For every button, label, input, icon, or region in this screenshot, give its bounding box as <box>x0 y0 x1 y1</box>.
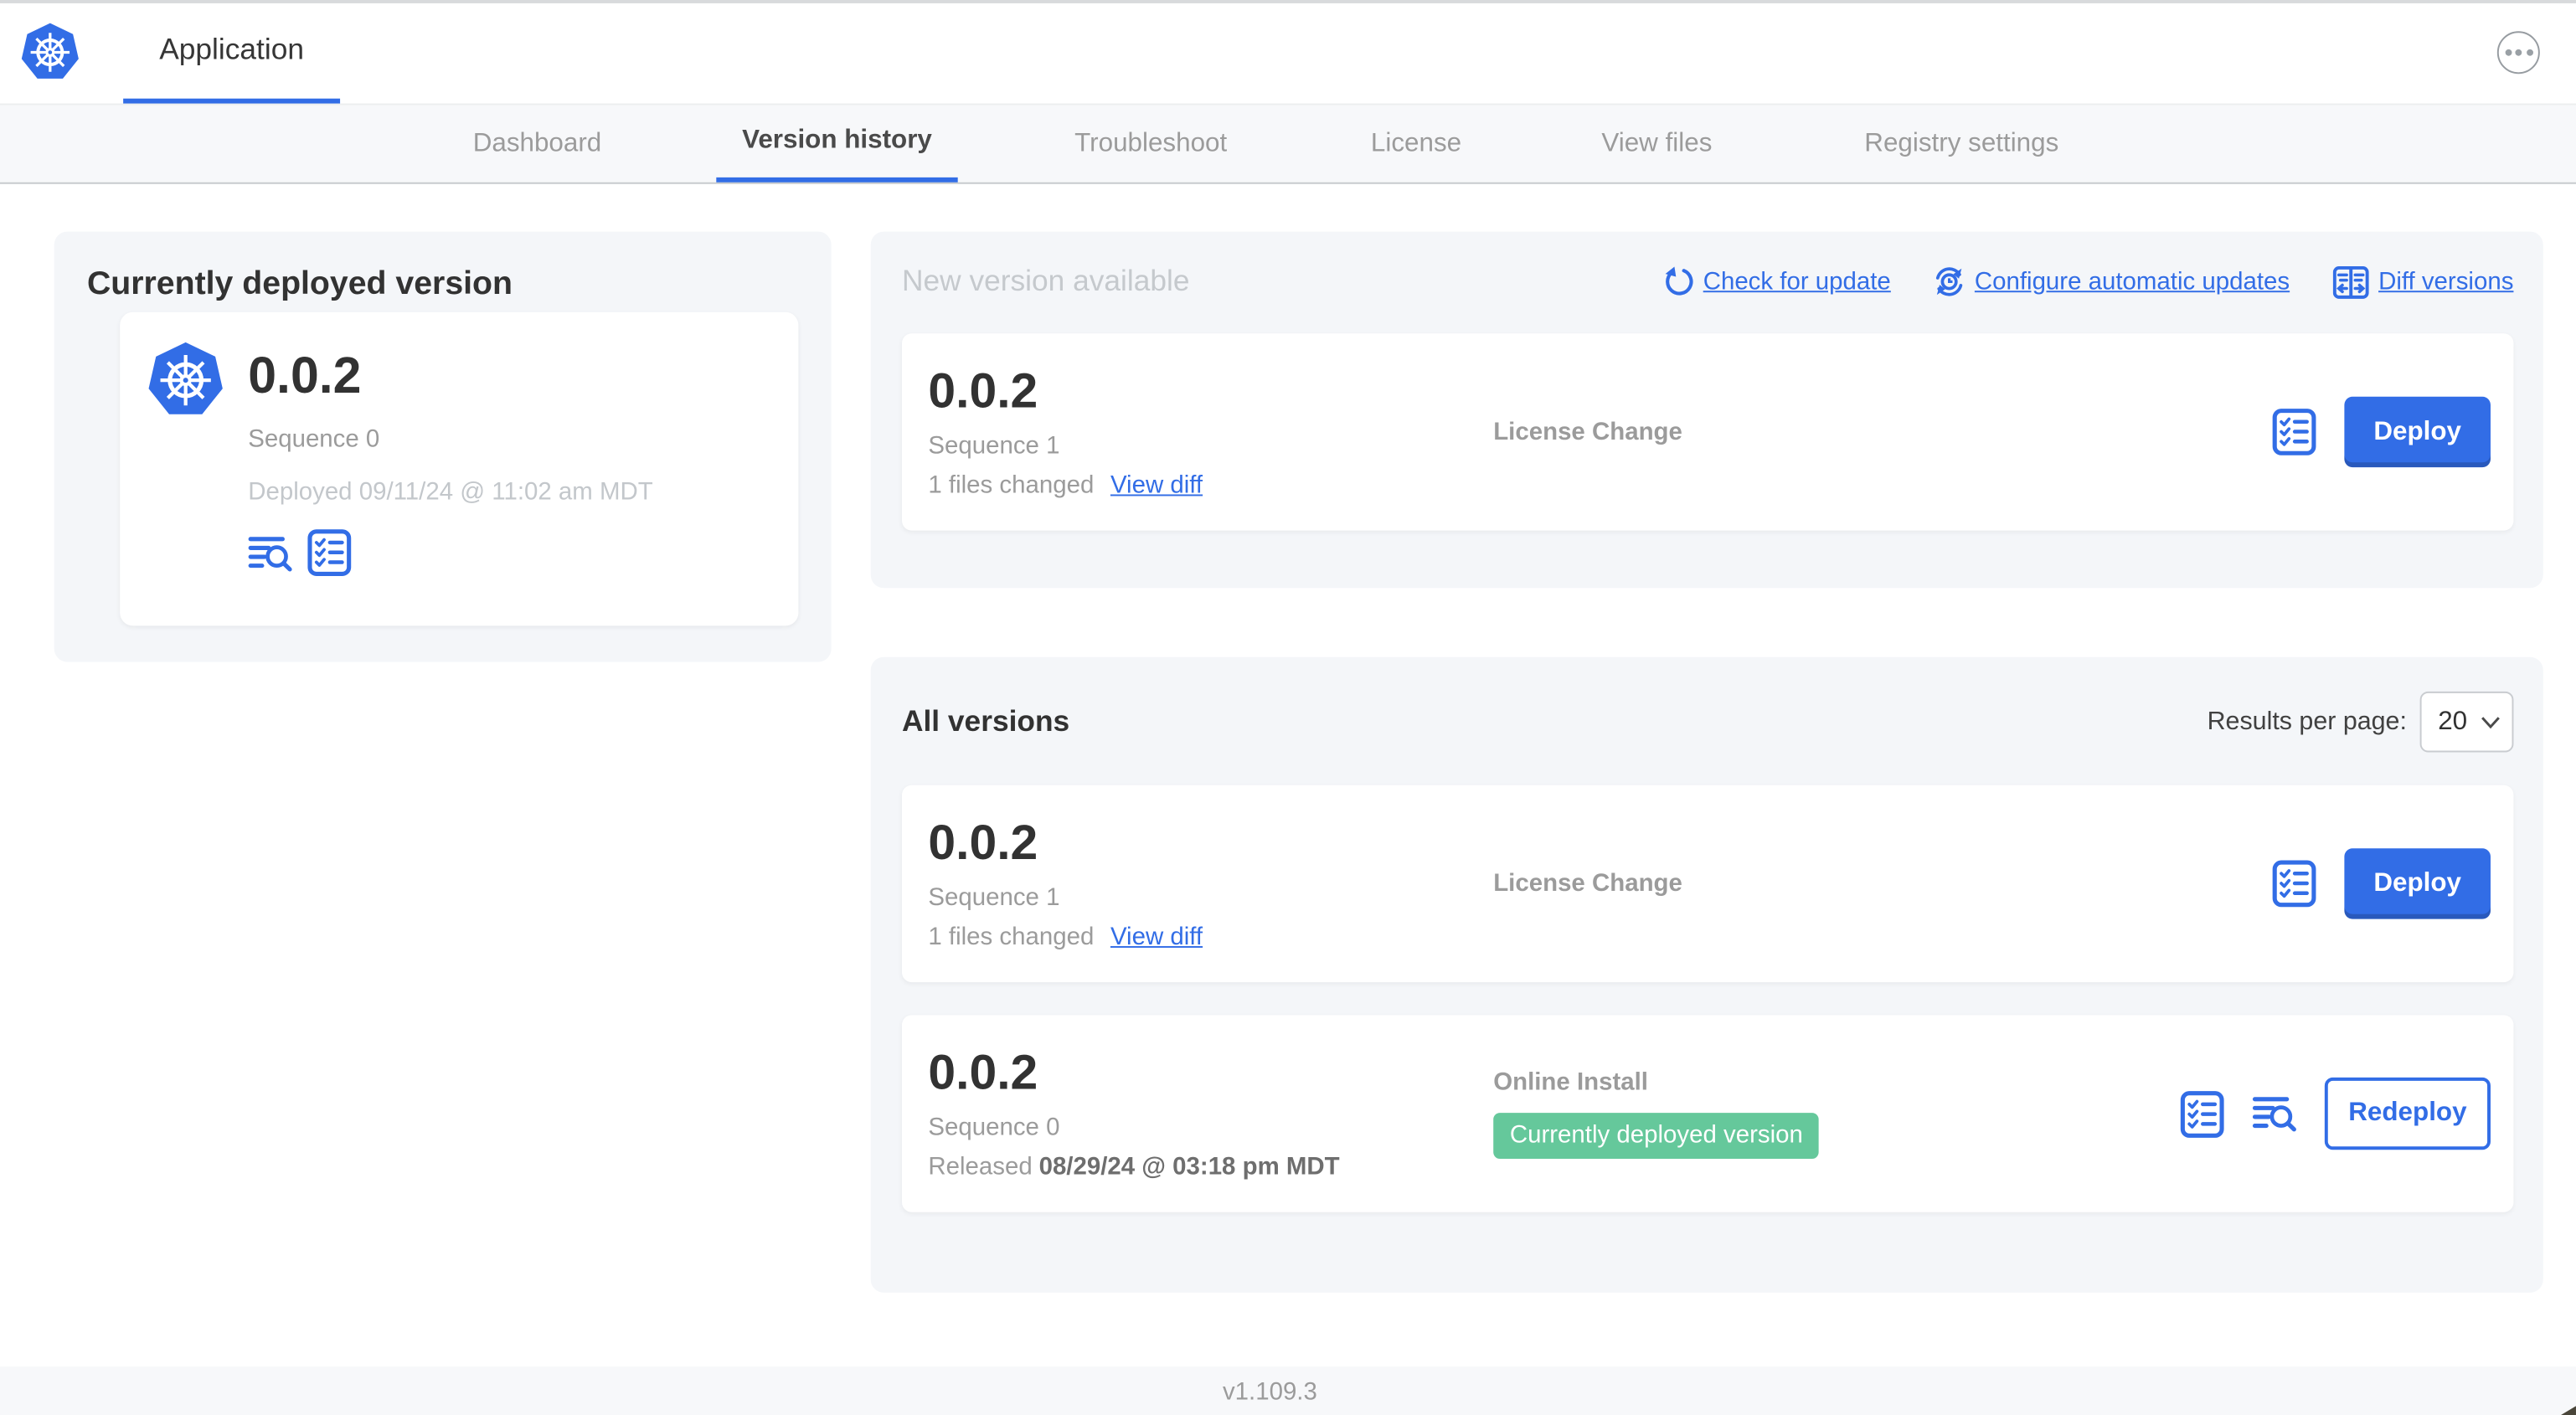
files-changed-label: 1 files changed <box>928 471 1095 500</box>
deployed-sequence: Sequence 0 <box>248 425 380 454</box>
diff-versions-link[interactable]: Diff versions <box>2332 265 2513 298</box>
currently-deployed-badge: Currently deployed version <box>1493 1113 1820 1160</box>
tab-license[interactable]: License <box>1362 105 1470 183</box>
row-version-number: 0.0.2 <box>928 816 1038 871</box>
new-version-title: New version available <box>901 264 1190 298</box>
console-version-label: v1.109.3 <box>1222 1377 1317 1407</box>
refresh-icon <box>1665 266 1692 296</box>
checklist-icon[interactable] <box>307 529 352 577</box>
app-tab-application[interactable]: Application <box>123 0 341 104</box>
currently-deployed-card: Currently deployed version 0.0.2 Sequenc… <box>54 231 832 662</box>
tab-version-history[interactable]: Version history <box>716 105 958 183</box>
view-diff-link[interactable]: View diff <box>1110 923 1203 950</box>
clock-refresh-icon <box>1935 267 1963 296</box>
files-changed-label: 1 files changed <box>928 923 1095 951</box>
row-version-number: 0.0.2 <box>928 1046 1038 1101</box>
currently-deployed-title: Currently deployed version <box>86 265 513 302</box>
footer: v1.109.3 <box>0 1366 2576 1415</box>
logs-icon[interactable] <box>248 535 292 571</box>
new-version-card: New version available Check for update C… <box>870 231 2543 589</box>
check-for-update-link[interactable]: Check for update <box>1662 266 1891 297</box>
configure-automatic-updates-link[interactable]: Configure automatic updates <box>1934 266 2290 297</box>
row-source-label: License Change <box>1493 418 1682 446</box>
deploy-button[interactable]: Deploy <box>2344 396 2491 468</box>
tab-registry-settings[interactable]: Registry settings <box>1848 105 2075 183</box>
tab-dashboard[interactable]: Dashboard <box>456 105 617 183</box>
deploy-button[interactable]: Deploy <box>2344 848 2491 919</box>
row-source-label: License Change <box>1493 869 1682 898</box>
row-source-label: Online Install <box>1493 1068 1648 1097</box>
deployed-timestamp: Deployed 09/11/24 @ 11:02 am MDT <box>248 477 653 507</box>
window-top-edge <box>0 0 2576 3</box>
results-per-page-select[interactable]: 20 <box>2419 691 2514 753</box>
view-diff-link[interactable]: View diff <box>1110 471 1203 499</box>
released-date: 08/29/24 @ 03:18 pm MDT <box>1038 1153 1340 1181</box>
redeploy-button[interactable]: Redeploy <box>2324 1077 2491 1150</box>
version-history-page: Application Dashboard Version history Tr… <box>0 0 2576 1415</box>
row-sequence: Sequence 1 <box>928 431 1060 461</box>
row-sequence: Sequence 0 <box>928 1114 1060 1142</box>
tab-troubleshoot[interactable]: Troubleshoot <box>1061 105 1240 183</box>
row-version-number: 0.0.2 <box>928 364 1038 419</box>
version-row-sequence-1: 0.0.2 Sequence 1 1 files changed View di… <box>901 785 2514 983</box>
logs-icon[interactable] <box>2252 1095 2297 1132</box>
kubernetes-logo-icon <box>21 23 79 79</box>
all-versions-title: All versions <box>901 704 1070 738</box>
ellipsis-menu-button[interactable] <box>2496 31 2540 75</box>
row-sequence: Sequence 1 <box>928 883 1060 912</box>
results-per-page-label: Results per page: <box>2207 707 2407 735</box>
tab-view-files[interactable]: View files <box>1590 105 1723 183</box>
all-versions-card: All versions Results per page: 20 0.0.2 … <box>870 656 2543 1293</box>
nav-tabbar: Dashboard Version history Troubleshoot L… <box>0 105 2576 184</box>
kubernetes-app-icon <box>148 342 223 414</box>
deployed-version-detail: 0.0.2 Sequence 0 Deployed 09/11/24 @ 11:… <box>120 311 799 626</box>
diff-icon <box>2332 265 2369 298</box>
deployed-version-number: 0.0.2 <box>248 346 362 404</box>
released-label: Released <box>928 1153 1033 1181</box>
checklist-icon[interactable] <box>2180 1090 2224 1138</box>
checklist-icon[interactable] <box>2272 408 2316 455</box>
checklist-icon[interactable] <box>2272 860 2316 908</box>
chevron-down-icon <box>2481 717 2500 729</box>
app-header: Application <box>0 0 2576 105</box>
version-row-sequence-0: 0.0.2 Sequence 0 Released 08/29/24 @ 03:… <box>901 1015 2514 1212</box>
new-version-row: 0.0.2 Sequence 1 1 files changed View di… <box>901 333 2514 531</box>
